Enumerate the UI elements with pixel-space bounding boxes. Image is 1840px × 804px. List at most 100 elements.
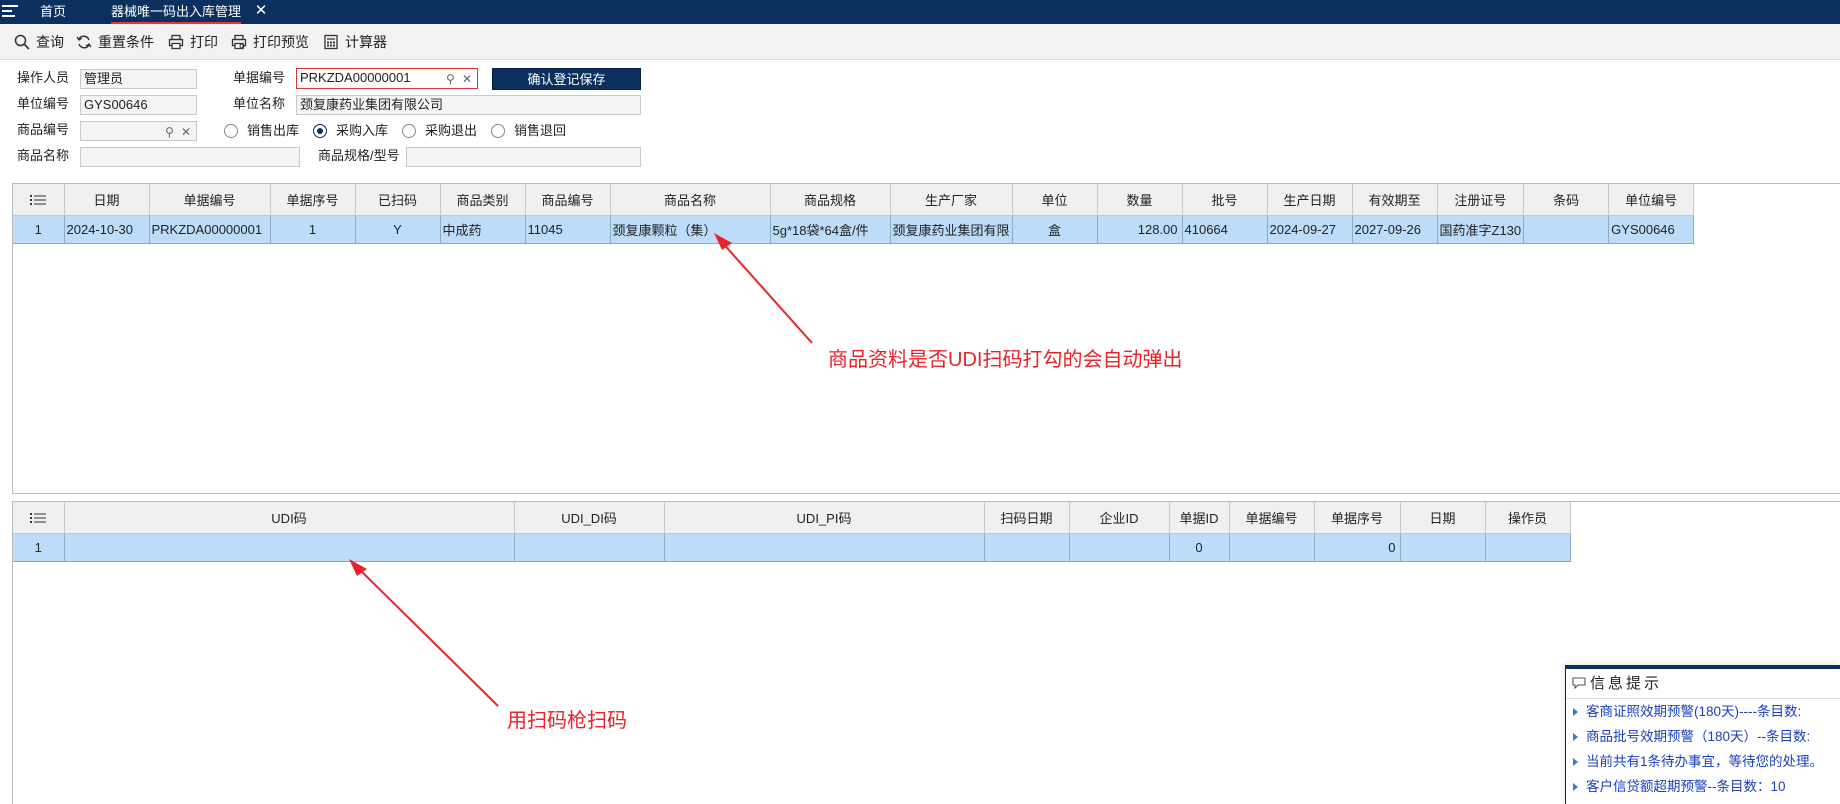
search-icon	[14, 34, 30, 50]
close-icon[interactable]: ✕	[253, 3, 269, 19]
column-header[interactable]: 日期	[64, 184, 150, 216]
info-item[interactable]: 客户信贷额超期预警--条目数：10	[1566, 774, 1840, 799]
table-row[interactable]: 1 2024-10-30 PRKZDA00000001 1 Y 中成药 1104…	[13, 215, 1695, 244]
unit-name-field[interactable]: 颈复康药业集团有限公司	[296, 95, 641, 115]
operator-field[interactable]: 管理员	[80, 69, 197, 89]
print-button[interactable]: 打印	[168, 33, 218, 51]
column-header[interactable]: 有效期至	[1352, 184, 1438, 216]
cell-batch[interactable]: 410664	[1182, 215, 1268, 244]
column-menu-icon[interactable]	[13, 184, 65, 216]
column-header[interactable]: 条码	[1523, 184, 1610, 216]
clear-icon[interactable]: ✕	[462, 70, 472, 88]
info-item[interactable]: 商品批号效期预警（180天）--条目数:	[1566, 724, 1840, 749]
cell-doc-id[interactable]: 0	[1169, 533, 1230, 562]
row-index: 1	[13, 215, 65, 244]
column-header[interactable]: 单据编号	[149, 184, 271, 216]
column-header[interactable]: UDI码	[64, 502, 515, 534]
cell-udi[interactable]	[64, 533, 515, 562]
reset-button[interactable]: 重置条件	[76, 33, 154, 51]
print-preview-button[interactable]: 打印预览	[231, 33, 309, 51]
cell-seq[interactable]: 0	[1314, 533, 1401, 562]
cell-unit[interactable]: 盒	[1012, 215, 1098, 244]
product-code-field[interactable]: ⚲ ✕	[80, 121, 197, 141]
toolbar: 查询 重置条件 打印 打印预览 计算器	[0, 24, 1840, 60]
column-header[interactable]: 单据编号	[1229, 502, 1315, 534]
cell-reg-no[interactable]: 国药准字Z130	[1437, 215, 1525, 244]
column-header[interactable]: 商品名称	[610, 184, 771, 216]
tab-home[interactable]: 首页	[40, 0, 66, 24]
calculator-button[interactable]: 计算器	[323, 33, 387, 51]
cell-udi-pi[interactable]	[664, 533, 985, 562]
column-header[interactable]: 扫码日期	[984, 502, 1070, 534]
column-header[interactable]: 单据序号	[270, 184, 356, 216]
cell-scan-date[interactable]	[984, 533, 1070, 562]
column-header[interactable]: 已扫码	[355, 184, 441, 216]
column-header[interactable]: 企业ID	[1069, 502, 1170, 534]
spec-field[interactable]	[406, 147, 641, 167]
cell-seq[interactable]: 1	[270, 215, 356, 244]
cell-product-name[interactable]: 颈复康颗粒（集）	[610, 215, 771, 244]
radio-purchase-return-label: 采购退出	[425, 123, 478, 138]
query-button[interactable]: 查询	[14, 33, 64, 51]
search-icon[interactable]: ⚲	[165, 123, 174, 140]
column-header[interactable]: UDI_DI码	[514, 502, 665, 534]
print-preview-icon	[231, 34, 247, 50]
cell-category[interactable]: 中成药	[440, 215, 526, 244]
column-header[interactable]: 数量	[1097, 184, 1183, 216]
cell-docno[interactable]	[1229, 533, 1315, 562]
cell-spec[interactable]: 5g*18袋*64盒/件	[770, 215, 891, 244]
column-header[interactable]: 单据ID	[1169, 502, 1230, 534]
radio-purchase-return[interactable]: 采购退出	[402, 123, 477, 139]
column-header[interactable]: 批号	[1182, 184, 1268, 216]
bullet-icon	[1573, 733, 1578, 741]
bullet-icon	[1573, 758, 1578, 766]
cell-expiry[interactable]: 2027-09-26	[1352, 215, 1438, 244]
cell-operator[interactable]	[1485, 533, 1571, 562]
tab-udi-inout[interactable]: 器械唯一码出入库管理	[111, 0, 242, 24]
annotation-note-scan: 用扫码枪扫码	[507, 710, 627, 732]
column-header[interactable]: 注册证号	[1437, 184, 1525, 216]
cell-manufacturer[interactable]: 颈复康药业集团有限	[890, 215, 1013, 244]
column-header[interactable]: 商品类别	[440, 184, 526, 216]
column-header[interactable]: 单据序号	[1314, 502, 1401, 534]
cell-qty[interactable]: 128.00	[1097, 215, 1183, 244]
radio-sales-out-dot	[224, 124, 238, 138]
cell-product-code[interactable]: 11045	[525, 215, 611, 244]
cell-docno[interactable]: PRKZDA00000001	[149, 215, 271, 244]
bullet-icon	[1573, 708, 1578, 716]
product-name-field[interactable]	[80, 147, 300, 167]
unit-code-field[interactable]: GYS00646	[80, 95, 197, 115]
column-header[interactable]: 商品规格	[770, 184, 891, 216]
cell-date[interactable]: 2024-10-30	[64, 215, 150, 244]
column-header[interactable]: 单位	[1012, 184, 1098, 216]
info-item-text: 当前共有1条待办事宜，等待您的处理。	[1586, 754, 1824, 769]
column-header[interactable]: 日期	[1400, 502, 1486, 534]
column-header[interactable]: 操作员	[1485, 502, 1571, 534]
table-row[interactable]: 1 0 0	[13, 533, 1571, 562]
radio-purchase-in-label: 采购入库	[336, 123, 389, 138]
cell-mfg-date[interactable]: 2024-09-27	[1267, 215, 1353, 244]
column-header[interactable]: 商品编号	[525, 184, 611, 216]
confirm-save-button[interactable]: 确认登记保存	[492, 68, 641, 90]
radio-purchase-in[interactable]: 采购入库	[313, 123, 388, 139]
cell-company-id[interactable]	[1069, 533, 1170, 562]
column-menu-icon[interactable]	[13, 502, 65, 534]
docno-value: PRKZDA00000001	[300, 70, 411, 85]
clear-icon[interactable]: ✕	[181, 123, 191, 140]
column-header[interactable]: 生产日期	[1267, 184, 1353, 216]
cell-udi-di[interactable]	[514, 533, 665, 562]
column-header[interactable]: 生产厂家	[890, 184, 1013, 216]
column-header[interactable]: 单位编号	[1608, 184, 1695, 216]
search-icon[interactable]: ⚲	[446, 70, 455, 88]
cell-unit-code[interactable]: GYS00646	[1608, 215, 1695, 244]
radio-sales-return[interactable]: 销售退回	[491, 123, 566, 139]
menu-icon[interactable]	[2, 5, 18, 19]
radio-sales-out[interactable]: 销售出库	[224, 123, 299, 139]
cell-date[interactable]	[1400, 533, 1486, 562]
cell-scanned[interactable]: Y	[355, 215, 441, 244]
column-header[interactable]: UDI_PI码	[664, 502, 985, 534]
info-item[interactable]: 当前共有1条待办事宜，等待您的处理。	[1566, 749, 1840, 774]
info-item[interactable]: 客商证照效期预警(180天)----条目数:	[1566, 699, 1840, 724]
docno-field[interactable]: PRKZDA00000001 ⚲ ✕	[296, 68, 478, 89]
cell-barcode[interactable]	[1523, 215, 1610, 244]
